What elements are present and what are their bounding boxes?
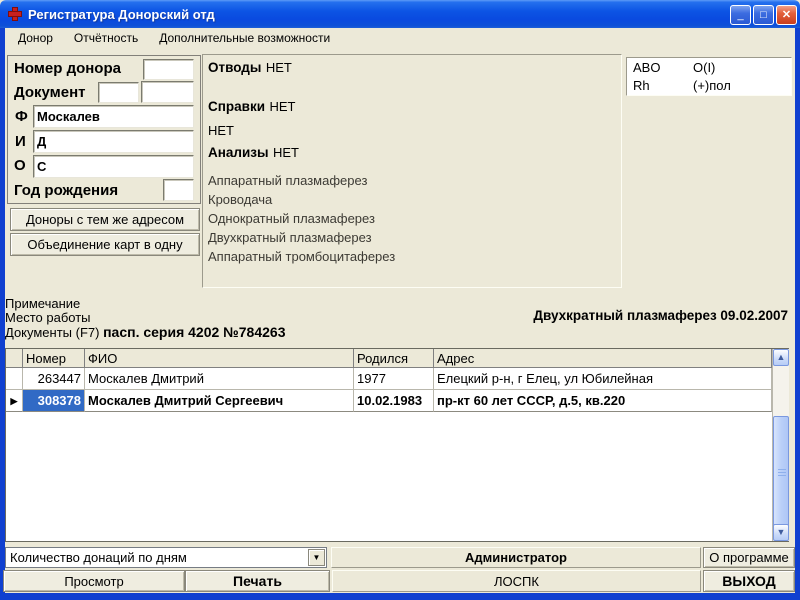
donor-status-panel: Отводы НЕТ Справки НЕТ НЕТ Анализы НЕТ А… — [202, 54, 622, 288]
cell-address[interactable]: пр-кт 60 лет СССР, д.5, кв.220 — [434, 390, 772, 412]
blood-group-panel: ABO O(I) Rh (+)пол — [626, 57, 792, 96]
document-label: Документ — [14, 84, 86, 101]
column-header-born[interactable]: Родился — [354, 349, 434, 368]
merge-cards-button[interactable]: Объединение карт в одну — [10, 233, 200, 256]
rh-label: Rh — [633, 78, 650, 93]
donation-type-item: Аппаратный плазмаферез — [208, 173, 367, 188]
window-border-right — [795, 28, 800, 600]
birth-year-label: Год рождения — [14, 182, 118, 199]
window-title: Регистратура Донорский отд — [28, 7, 215, 22]
report-combobox[interactable]: Количество донаций по дням ▼ — [5, 547, 327, 568]
title-bar: Регистратура Донорский отд _ □ ✕ — [0, 0, 800, 28]
surname-label: Ф — [15, 108, 28, 125]
analyses-value: НЕТ — [273, 145, 299, 160]
row-indicator-header — [6, 349, 23, 368]
report-combobox-value: Количество донаций по дням — [10, 550, 187, 565]
cell-fio[interactable]: Москалев Дмитрий Сергеевич — [85, 390, 354, 412]
row-indicator — [6, 368, 23, 390]
menu-donor[interactable]: Донор — [15, 30, 56, 46]
documents-value: пасп. серия 4202 №784263 — [103, 324, 285, 340]
donor-number-input[interactable] — [143, 59, 194, 80]
chevron-down-icon[interactable]: ▼ — [773, 524, 789, 541]
surname-input[interactable] — [33, 105, 194, 128]
donation-type-item: Аппаратный тромбоцитаферез — [208, 249, 395, 264]
org-panel: ЛОСПК — [332, 570, 701, 592]
column-header-number[interactable]: Номер — [23, 349, 85, 368]
note-label: Примечание — [5, 296, 80, 311]
document-number-input[interactable] — [141, 81, 194, 103]
analyses-label: Анализы — [208, 145, 269, 160]
cell-born[interactable]: 1977 — [354, 368, 434, 390]
vertical-scrollbar[interactable]: ▲ ▼ — [772, 349, 789, 541]
certificates-value: НЕТ — [269, 99, 295, 114]
firstname-label: И — [15, 133, 26, 150]
donation-type-item: Двухкратный плазмаферез — [208, 230, 372, 245]
donation-type-item: Кроводача — [208, 192, 272, 207]
menu-bar: Донор Отчётность Дополнительные возможно… — [5, 28, 795, 48]
workplace-label: Место работы — [5, 310, 91, 325]
scrollbar-thumb[interactable] — [773, 416, 789, 528]
last-donation-info: Двухкратный плазмаферез 09.02.2007 — [533, 308, 788, 323]
maximize-icon[interactable]: □ — [753, 5, 774, 25]
chevron-up-icon[interactable]: ▲ — [773, 349, 789, 366]
firstname-input[interactable] — [33, 130, 194, 153]
exit-button[interactable]: ВЫХОД — [703, 570, 795, 592]
deferrals-value: НЕТ — [266, 60, 292, 75]
view-button[interactable]: Просмотр — [3, 570, 185, 592]
column-header-address[interactable]: Адрес — [434, 349, 772, 368]
cell-fio[interactable]: Москалев Дмитрий — [85, 368, 354, 390]
cell-number[interactable]: 263447 — [23, 368, 85, 390]
donation-type-item: Однократный плазмаферез — [208, 211, 375, 226]
about-button[interactable]: О программе — [703, 547, 795, 568]
menu-extra[interactable]: Дополнительные возможности — [156, 30, 333, 46]
abo-label: ABO — [633, 60, 660, 75]
patronymic-input[interactable] — [33, 155, 194, 178]
patronymic-label: О — [14, 157, 26, 174]
donor-number-label: Номер донора — [14, 60, 121, 77]
birth-year-input[interactable] — [163, 179, 194, 201]
document-series-input[interactable] — [98, 82, 139, 103]
cell-number[interactable]: 308378 — [23, 390, 85, 412]
user-panel: Администратор — [331, 547, 701, 568]
certificates-label: Справки — [208, 99, 265, 114]
red-cross-icon — [7, 6, 23, 22]
documents-label: Документы (F7) — [5, 325, 99, 340]
minimize-icon[interactable]: _ — [730, 5, 751, 25]
cell-born[interactable]: 10.02.1983 — [354, 390, 434, 412]
donors-table: Номер ФИО Родился Адрес 263447 Москалев … — [5, 348, 789, 542]
table-row-selected[interactable]: ▶ 308378 Москалев Дмитрий Сергеевич 10.0… — [6, 390, 772, 412]
table-header-row: Номер ФИО Родился Адрес — [6, 349, 772, 368]
close-icon[interactable]: ✕ — [776, 5, 797, 25]
window-border-bottom — [0, 593, 800, 600]
print-button[interactable]: Печать — [185, 570, 330, 592]
row-pointer-icon: ▶ — [6, 390, 23, 412]
same-address-button[interactable]: Доноры с тем же адресом — [10, 208, 200, 231]
menu-reports[interactable]: Отчётность — [71, 30, 141, 46]
donor-search-panel: Номер донора Документ Ф И О Год рождения — [7, 55, 201, 204]
extra-status-value: НЕТ — [208, 123, 234, 138]
column-header-fio[interactable]: ФИО — [85, 349, 354, 368]
application-window: { "window": { "title": "Регистратура Дон… — [0, 0, 800, 600]
abo-value: O(I) — [693, 60, 715, 75]
table-row[interactable]: 263447 Москалев Дмитрий 1977 Елецкий р-н… — [6, 368, 772, 390]
cell-address[interactable]: Елецкий р-н, г Елец, ул Юбилейная — [434, 368, 772, 390]
deferrals-label: Отводы — [208, 60, 261, 75]
rh-value: (+)пол — [693, 78, 731, 93]
chevron-down-icon[interactable]: ▼ — [308, 549, 325, 566]
